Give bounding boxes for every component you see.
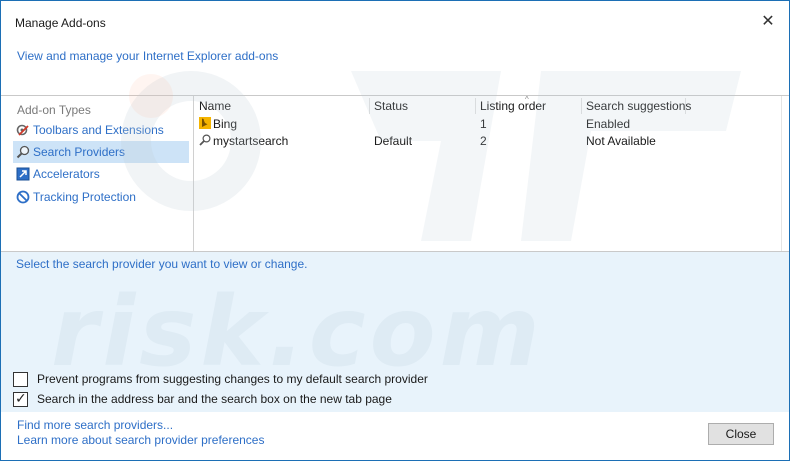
- sidebar-item-toolbars-extensions[interactable]: Toolbars and Extensions: [13, 119, 189, 141]
- provider-suggestions: Not Available: [586, 134, 656, 148]
- details-pane: Select the search provider you want to v…: [1, 252, 789, 412]
- no-entry-icon: [16, 190, 30, 204]
- checkbox-label: Search in the address bar and the search…: [37, 392, 392, 406]
- prevent-suggest-changes-checkbox[interactable]: [13, 371, 28, 387]
- sidebar-item-search-providers[interactable]: Search Providers: [13, 141, 189, 163]
- table-row[interactable]: mystartsearch Default 2 Not Available: [195, 133, 781, 150]
- provider-name: Bing: [213, 117, 238, 131]
- sidebar-item-label: Accelerators: [33, 167, 100, 181]
- sidebar-heading: Add-on Types: [17, 103, 91, 117]
- provider-name: mystartsearch: [213, 134, 289, 148]
- column-divider: [369, 98, 370, 114]
- table-row[interactable]: Bing 1 Enabled: [195, 116, 781, 133]
- checkmark-icon: ✓: [15, 389, 27, 406]
- bing-icon: [199, 117, 211, 129]
- selection-prompt: Select the search provider you want to v…: [16, 257, 308, 271]
- search-address-bar-checkbox-row[interactable]: ✓ Search in the address bar and the sear…: [13, 390, 392, 408]
- toolbar-gear-icon: [16, 123, 30, 137]
- addon-types-sidebar: Add-on Types Toolbars and Extensions Sea…: [1, 96, 194, 251]
- manage-addons-window: Manage Add-ons ✕ View and manage your In…: [0, 0, 790, 461]
- learn-more-preferences-link[interactable]: Learn more about search provider prefere…: [17, 433, 264, 447]
- prevent-suggest-changes-checkbox-row[interactable]: Prevent programs from suggesting changes…: [13, 370, 428, 388]
- title-bar: Manage Add-ons ✕: [1, 1, 789, 37]
- column-header-listing-order[interactable]: Listing order: [480, 99, 546, 117]
- provider-order: 2: [480, 134, 487, 148]
- window-title: Manage Add-ons: [15, 16, 106, 30]
- magnifier-icon: [16, 145, 30, 159]
- provider-order: 1: [480, 117, 487, 131]
- dialog-footer: Find more search providers... Learn more…: [1, 412, 789, 460]
- column-header-name[interactable]: Name: [199, 99, 231, 117]
- close-button[interactable]: Close: [708, 423, 774, 445]
- magnifier-icon: [199, 134, 211, 146]
- sidebar-item-accelerators[interactable]: Accelerators: [13, 163, 189, 185]
- sidebar-item-label: Search Providers: [33, 145, 126, 159]
- scrollbar-track[interactable]: [781, 96, 782, 251]
- column-divider: [581, 98, 582, 114]
- column-header-search-suggestions[interactable]: Search suggestions: [586, 99, 691, 117]
- accelerator-icon: [16, 167, 30, 181]
- close-icon[interactable]: ✕: [757, 11, 779, 33]
- sidebar-item-label: Tracking Protection: [33, 190, 136, 204]
- sort-arrow-icon: ^: [525, 95, 529, 104]
- sidebar-item-tracking-protection[interactable]: Tracking Protection: [13, 186, 189, 208]
- search-address-bar-checkbox[interactable]: ✓: [13, 389, 28, 407]
- column-divider: [475, 98, 476, 114]
- provider-suggestions: Enabled: [586, 117, 631, 131]
- search-providers-list: Name Status Listing order ^ Search sugge…: [195, 95, 781, 251]
- checkbox-label: Prevent programs from suggesting changes…: [37, 372, 428, 386]
- column-header-status[interactable]: Status: [374, 99, 408, 117]
- view-manage-addons-link[interactable]: View and manage your Internet Explorer a…: [17, 49, 278, 63]
- provider-status: Default: [374, 134, 413, 148]
- find-more-providers-link[interactable]: Find more search providers...: [17, 418, 173, 432]
- sidebar-item-label: Toolbars and Extensions: [33, 123, 164, 137]
- column-divider: [685, 98, 686, 114]
